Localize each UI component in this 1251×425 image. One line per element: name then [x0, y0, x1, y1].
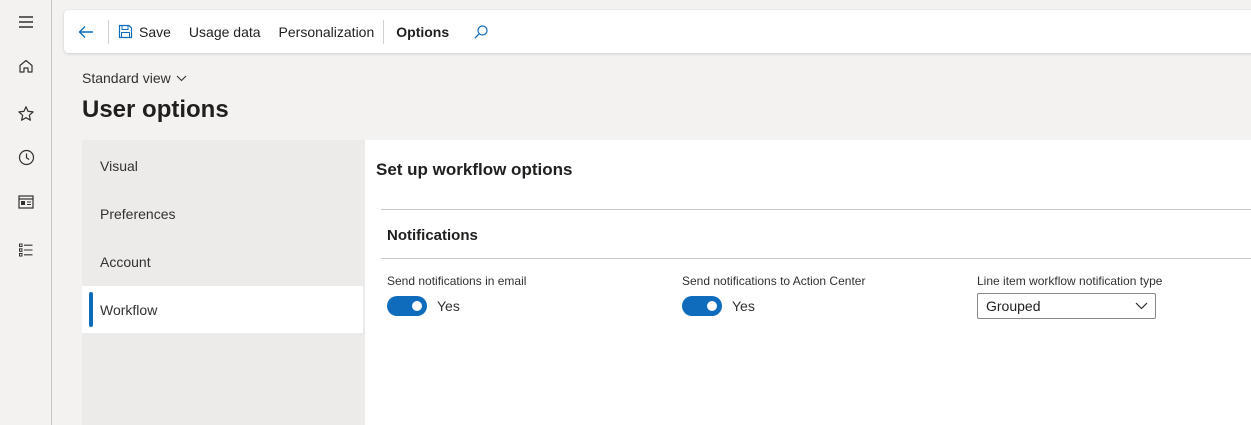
section-title: Set up workflow options [376, 160, 573, 179]
tab-label: Account [100, 253, 151, 270]
toggle-switch[interactable] [387, 296, 427, 316]
home-icon[interactable] [0, 46, 52, 86]
navigation-rail [0, 0, 52, 425]
tab-visual[interactable]: Visual [82, 142, 363, 189]
chevron-down-icon [1135, 302, 1148, 310]
select-value: Grouped [986, 298, 1041, 314]
field-label: Line item workflow notification type [977, 274, 1163, 288]
toggle-value: Yes [732, 298, 755, 314]
action-center-toggle[interactable]: Yes [682, 296, 865, 316]
page-title: User options [82, 96, 229, 123]
email-notification-toggle[interactable]: Yes [387, 296, 526, 316]
clock-icon[interactable] [0, 137, 52, 177]
save-icon [118, 24, 133, 39]
view-selector[interactable]: Standard view [82, 70, 187, 86]
view-selector-label: Standard view [82, 70, 171, 86]
usage-data-label: Usage data [188, 23, 261, 40]
tab-label: Visual [100, 157, 138, 174]
field-label: Send notifications to Action Center [682, 274, 866, 288]
vertical-tabs: Visual Preferences Account Workflow [82, 140, 365, 425]
list-icon[interactable] [0, 230, 52, 270]
toggle-switch[interactable] [682, 296, 722, 316]
hamburger-icon[interactable] [0, 2, 52, 42]
options-label: Options [396, 23, 450, 40]
chevron-down-icon [176, 75, 187, 81]
fasttab-title: Notifications [387, 227, 478, 244]
line-item-notification-type-field: Line item workflow notification type Gro… [977, 274, 1162, 319]
app-window: Save Usage data Personalization Options … [0, 0, 1251, 425]
tab-content-panel: Set up workflow options Notifications Se… [365, 140, 1251, 425]
toggle-knob [412, 301, 422, 311]
tab-workflow[interactable]: Workflow [82, 286, 363, 333]
tab-label: Workflow [100, 301, 158, 318]
toggle-knob [707, 301, 717, 311]
action-bar: Save Usage data Personalization Options [64, 10, 1251, 53]
tab-preferences[interactable]: Preferences [82, 190, 363, 237]
toggle-value: Yes [437, 298, 460, 314]
options-tab[interactable]: Options [384, 10, 461, 53]
selected-tab-indicator [89, 292, 93, 327]
save-button[interactable]: Save [109, 10, 180, 53]
field-label: Send notifications in email [387, 274, 527, 288]
notification-type-select[interactable]: Grouped [977, 293, 1156, 319]
tab-account[interactable]: Account [82, 238, 363, 285]
notifications-fasttab[interactable]: Notifications [381, 209, 1251, 259]
personalization-button[interactable]: Personalization [270, 10, 384, 53]
back-arrow-icon[interactable] [64, 10, 108, 53]
usage-data-button[interactable]: Usage data [180, 10, 270, 53]
personalization-label: Personalization [278, 23, 375, 40]
tab-label: Preferences [100, 205, 176, 222]
save-label: Save [139, 23, 171, 40]
star-icon[interactable] [0, 94, 52, 134]
workspace-icon[interactable] [0, 182, 52, 222]
search-icon[interactable] [461, 10, 501, 53]
email-notification-field: Send notifications in email Yes [387, 274, 526, 316]
action-center-notification-field: Send notifications to Action Center Yes [682, 274, 865, 316]
